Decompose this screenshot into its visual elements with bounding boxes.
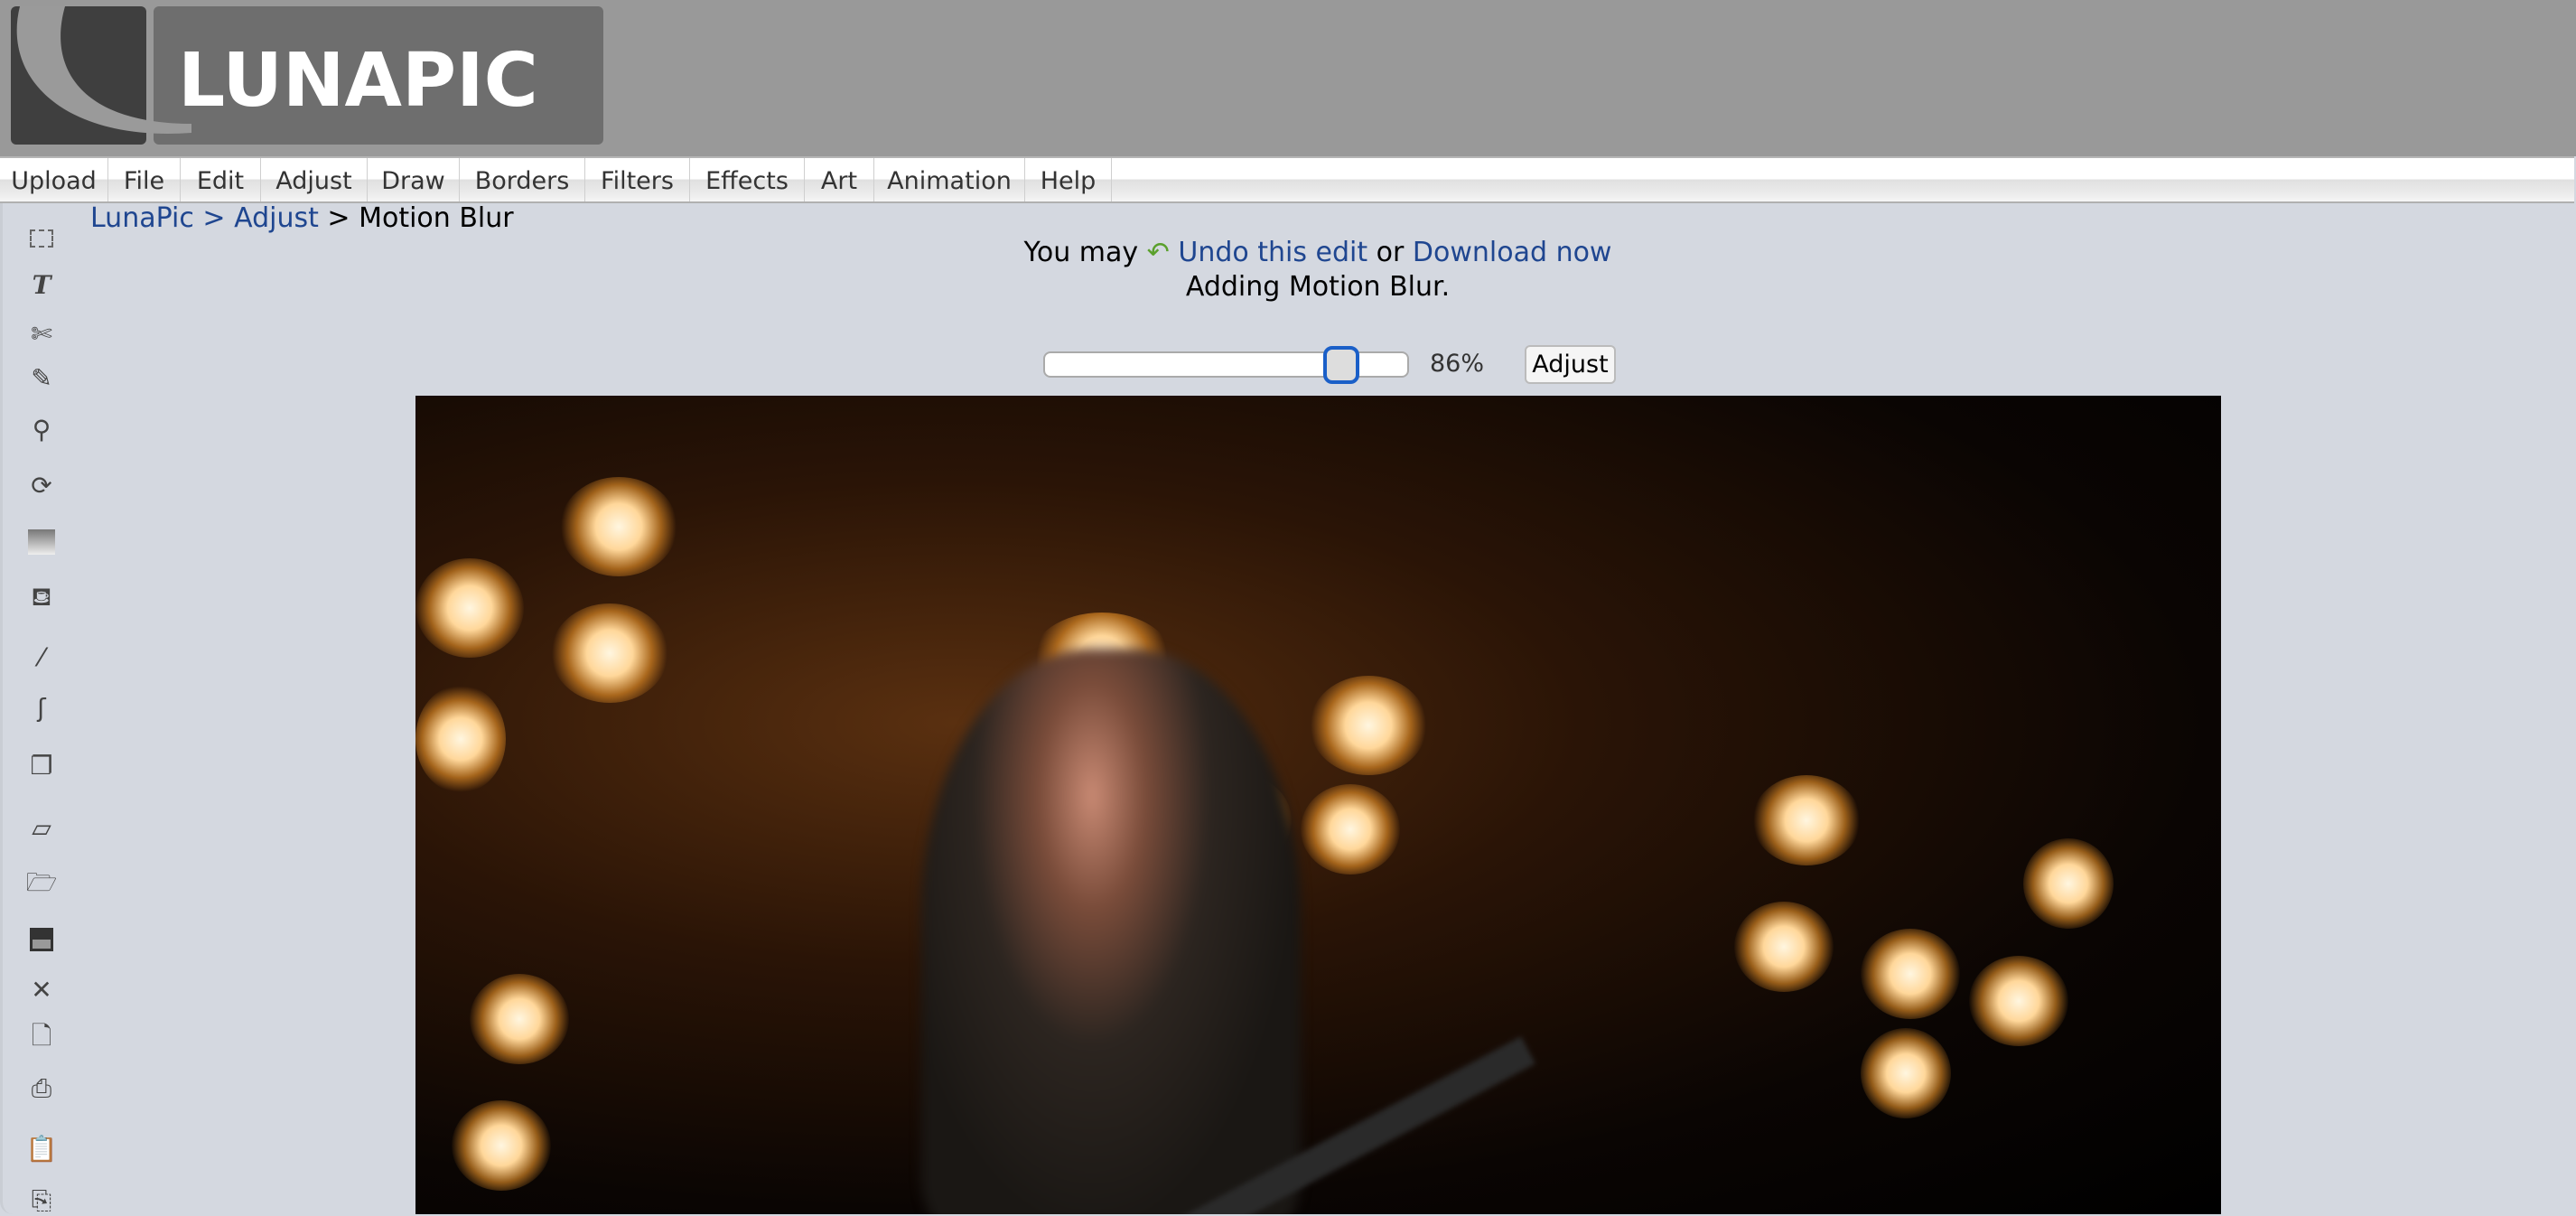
menu-help[interactable]: Help [1025, 158, 1112, 201]
breadcrumb-current: Motion Blur [359, 202, 514, 234]
breadcrumb-adjust[interactable]: Adjust [234, 202, 319, 234]
save-icon[interactable] [26, 924, 57, 955]
breadcrumb-sep: > [193, 202, 235, 234]
stage-light [551, 603, 668, 703]
blur-amount-slider[interactable] [1043, 346, 1409, 384]
paint-bucket-icon[interactable]: ⛾ [26, 582, 57, 613]
menu-effects[interactable]: Effects [690, 158, 805, 201]
stage-light [415, 685, 506, 793]
breadcrumb-lunapic[interactable]: LunaPic [90, 202, 194, 234]
scissors-icon[interactable]: ✄ [26, 318, 57, 349]
slider-thumb[interactable] [1323, 346, 1360, 384]
stage-light [1861, 1028, 1951, 1118]
menu-bar: Upload File Edit Adjust Draw Borders Fil… [0, 156, 2574, 203]
eraser-icon[interactable]: ▱ [26, 812, 57, 843]
adjust-button[interactable]: Adjust [1525, 345, 1616, 384]
undo-notice: You may ↶ Undo this edit or Download now [0, 237, 2576, 268]
download-link[interactable]: Download now [1413, 237, 1612, 268]
stage-light [1310, 676, 1427, 775]
close-icon[interactable]: ✕ [26, 974, 57, 1005]
menu-edit[interactable]: Edit [181, 158, 261, 201]
layers-icon[interactable]: ❐ [26, 750, 57, 781]
stage-light [1969, 956, 2068, 1046]
undo-arrow-icon[interactable]: ↶ [1147, 237, 1170, 268]
header: LUNAPIC [0, 0, 2576, 156]
print-icon[interactable]: ⎙ [26, 1073, 57, 1104]
breadcrumb-sep: > [318, 202, 359, 234]
status-text: Adding Motion Blur. [1185, 271, 1451, 303]
notice-prefix: You may [1023, 237, 1147, 268]
open-folder-icon[interactable]: 🗁 [26, 867, 58, 901]
performer-figure [921, 649, 1301, 1214]
menu-animation[interactable]: Animation [874, 158, 1025, 201]
undo-link[interactable]: Undo this edit [1178, 237, 1367, 268]
stage-light [1301, 784, 1400, 875]
stage-light [560, 477, 677, 576]
gradient-icon[interactable] [26, 527, 57, 557]
stage-light [2023, 838, 2114, 929]
menu-file[interactable]: File [108, 158, 181, 201]
stage-light [1734, 902, 1834, 992]
edited-image [415, 396, 2221, 1214]
stage-light [415, 558, 524, 658]
pencil-icon[interactable]: ✎ [26, 362, 57, 393]
stage-light [1752, 775, 1861, 865]
magnifier-icon[interactable]: ⚲ [26, 414, 57, 444]
lunapic-logo[interactable]: LUNAPIC [11, 6, 603, 145]
menu-filters[interactable]: Filters [585, 158, 690, 201]
copy-icon[interactable]: ⎘ [26, 1185, 57, 1216]
menu-art[interactable]: Art [805, 158, 874, 201]
stage-light [1861, 929, 1960, 1019]
menu-upload[interactable]: Upload [0, 158, 108, 201]
stage-light [452, 1100, 551, 1191]
menu-adjust[interactable]: Adjust [261, 158, 368, 201]
eyedropper-icon[interactable]: ⁄ [26, 641, 57, 672]
brush-icon[interactable]: ʃ [26, 692, 57, 723]
tool-sidebar: T ✄ ✎ ⚲ ⟳ ⛾ ⁄ ʃ ❐ ▱ 🗁 ✕ 🗋 ⎙ 📋 ⎘ [0, 203, 76, 1216]
menu-draw[interactable]: Draw [368, 158, 460, 201]
breadcrumb: LunaPic > Adjust > Motion Blur [90, 202, 514, 234]
stage-light [470, 974, 569, 1064]
new-document-icon[interactable]: 🗋 [26, 1021, 57, 1054]
slider-value: 86% [1430, 350, 1485, 378]
notice-or: or [1367, 237, 1413, 268]
paste-icon[interactable]: 📋 [26, 1133, 58, 1164]
svg-text:LUNAPIC: LUNAPIC [178, 38, 538, 124]
rotate-icon[interactable]: ⟳ [26, 470, 57, 500]
menu-borders[interactable]: Borders [460, 158, 585, 201]
